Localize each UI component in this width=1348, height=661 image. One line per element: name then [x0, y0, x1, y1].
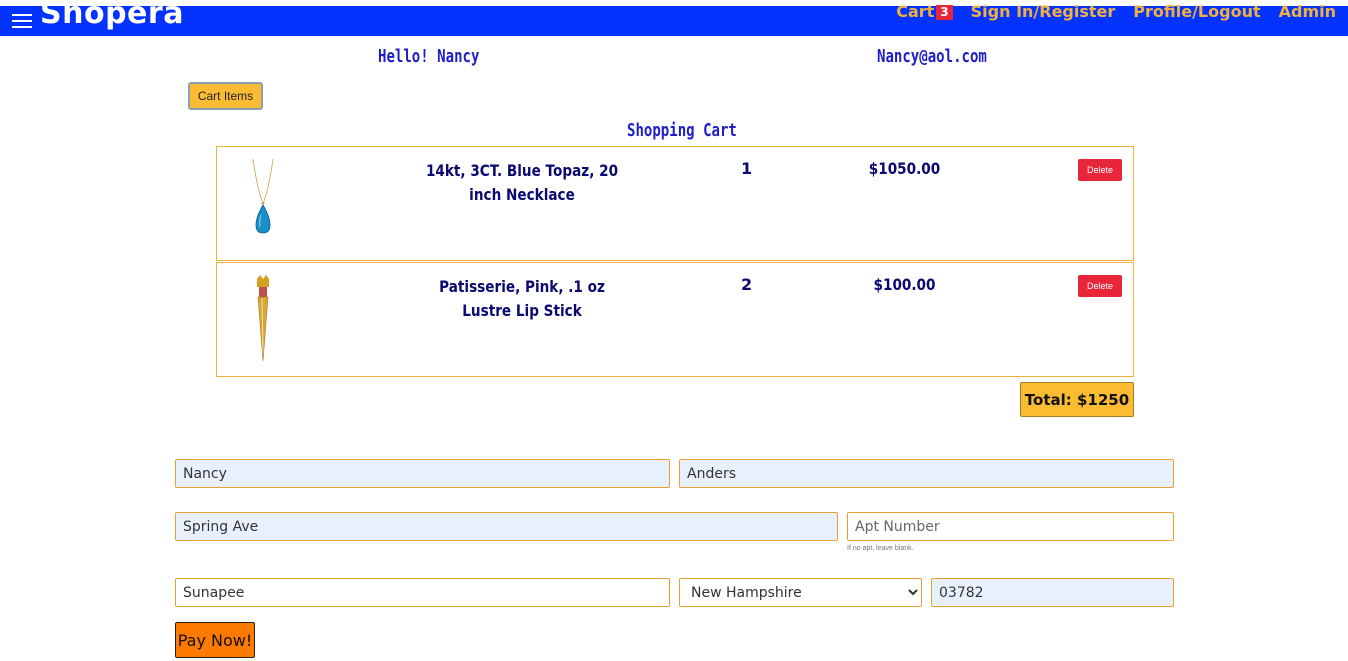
necklace-image — [252, 158, 274, 234]
item-name: 14kt, 3CT. Blue Topaz, 20 inch Necklace — [425, 161, 619, 204]
nav-cart-label: Cart — [896, 2, 935, 21]
cart-item-row: 14kt, 3CT. Blue Topaz, 20 inch Necklace … — [216, 146, 1134, 261]
item-quantity: 2 — [741, 275, 753, 294]
delete-button[interactable]: Delete — [1078, 275, 1122, 297]
pay-now-button[interactable]: Pay Now! — [175, 622, 255, 658]
zip-field[interactable] — [931, 578, 1174, 607]
city-field[interactable] — [175, 578, 670, 607]
item-price: $100.00 — [873, 275, 936, 294]
navbar: Shopera Cart 3 Sign In/Register Profile/L… — [0, 0, 1348, 36]
nav-profile-link[interactable]: Profile/Logout — [1133, 2, 1260, 21]
nav-signin-link[interactable]: Sign In/Register — [971, 2, 1116, 21]
user-email: Nancy@aol.com — [877, 46, 987, 67]
apt-number-field[interactable] — [847, 512, 1174, 541]
state-select[interactable]: New Hampshire — [679, 578, 922, 607]
delete-button[interactable]: Delete — [1078, 159, 1122, 181]
street-field[interactable] — [175, 512, 838, 541]
cart-items-button[interactable]: Cart Items — [188, 82, 263, 110]
brand-logo[interactable]: Shopera — [40, 0, 184, 31]
user-greeting: Hello! Nancy — [378, 46, 480, 67]
last-name-field[interactable] — [679, 459, 1174, 488]
item-name: Patisserie, Pink, .1 oz Lustre Lip Stick — [439, 277, 605, 320]
apt-help-text: If no apt, leave blank. — [847, 545, 914, 552]
first-name-field[interactable] — [175, 459, 670, 488]
menu-icon[interactable] — [12, 10, 32, 30]
cart-total: Total: $1250 — [1020, 382, 1134, 417]
cart-title: Shopping Cart — [627, 120, 737, 141]
nav-cart-link[interactable]: Cart 3 — [896, 2, 953, 21]
cart-item-row: Patisserie, Pink, .1 oz Lustre Lip Stick… — [216, 262, 1134, 377]
nav-links: Cart 3 Sign In/Register Profile/Logout Ad… — [896, 2, 1336, 21]
item-price: $1050.00 — [868, 159, 941, 178]
item-quantity: 1 — [741, 159, 753, 178]
nav-admin-link[interactable]: Admin — [1279, 2, 1336, 21]
cart-count-badge: 3 — [936, 5, 953, 20]
lipstick-image — [257, 275, 269, 362]
